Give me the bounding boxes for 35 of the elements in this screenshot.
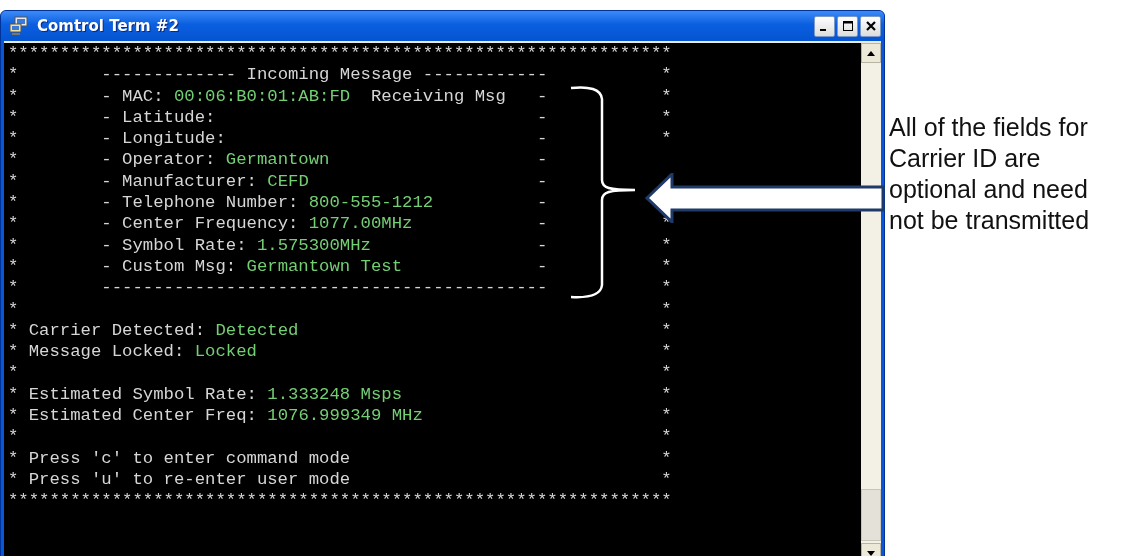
terminal-line: * Carrier Detected: Detected * [8, 319, 672, 342]
annotation-text: All of the fields for Carrier ID are optional and need not be transmitted [889, 112, 1091, 236]
terminal-line: **************************************************************** [8, 43, 672, 65]
terminal-line: * * [8, 298, 672, 320]
terminal-line: * - Longitude: - * [8, 128, 672, 150]
terminal-line: * Press 'u' to re-enter user mode * [8, 468, 672, 491]
terminal-line: * * [8, 426, 672, 448]
minimize-icon [820, 29, 826, 31]
terminal-line: * - Custom Msg: Germantown Test - * [8, 255, 672, 278]
terminal-line: **************************************************************** [8, 490, 672, 512]
terminal-line: * Message Locked: Locked * [8, 341, 672, 363]
close-button[interactable] [860, 15, 881, 37]
maximize-button[interactable] [837, 15, 858, 37]
down-arrow-icon [867, 550, 875, 556]
minimize-button[interactable] [814, 15, 835, 37]
close-icon [865, 21, 876, 31]
terminal-line: * Estimated Center Freq: 1076.999349 MHz * [8, 405, 672, 427]
terminal-line: * ------------- Incoming Message ------------ * [8, 64, 672, 86]
terminal-line: * * [8, 362, 672, 384]
maximize-icon [842, 21, 853, 31]
terminal-line: * Press 'c' to enter command mode * [8, 447, 672, 469]
terminal-line: * Estimated Symbol Rate: 1.333248 Msps * [8, 383, 672, 406]
terminal-line: * - Telephone Number: 800-555-1212 - [8, 192, 549, 214]
window-title: Comtrol Term #2 [37, 17, 179, 35]
terminal-line: * ------------------------------------------- * [8, 277, 672, 299]
terminal-line: * - MAC: 00:06:B0:01:AB:FD Receiving Msg - * [8, 85, 672, 107]
terminal-line: * - Latitude: - * [8, 106, 672, 129]
terminal-line: * - Operator: Germantown - [8, 149, 549, 171]
up-arrow-icon [867, 50, 875, 56]
terminal-line: * - Symbol Rate: 1.575300MHz - * [8, 234, 672, 256]
scroll-up-button[interactable] [861, 43, 881, 63]
scroll-thumb[interactable] [861, 489, 881, 541]
scrollbar[interactable] [861, 43, 881, 556]
computer-icon [9, 16, 29, 36]
terminal-line: * - Manufacturer: CEFD - [8, 170, 549, 193]
